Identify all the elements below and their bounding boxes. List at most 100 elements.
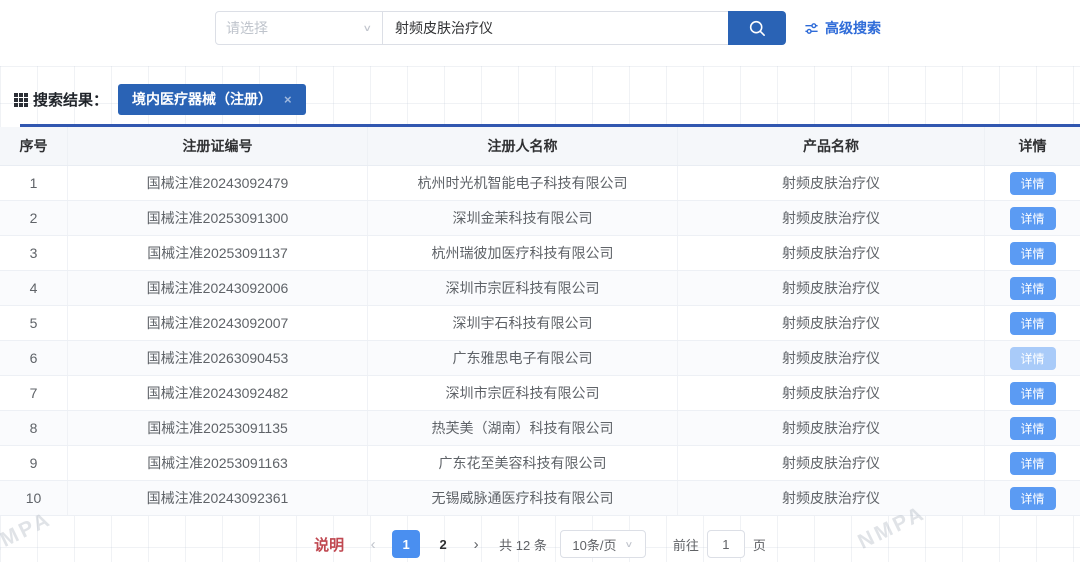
product-name: 射频皮肤治疗仪: [678, 166, 985, 200]
registration-number: 国械注准20243092479: [68, 166, 368, 200]
column-header-reg-no: 注册证编号: [68, 127, 368, 165]
goto-page-group: 前往 页: [673, 530, 766, 558]
detail-cell: 详情: [985, 417, 1080, 440]
search-button[interactable]: [728, 11, 786, 45]
registration-number: 国械注准20243092006: [68, 271, 368, 305]
total-count: 共 12 条: [499, 535, 547, 554]
product-name: 射频皮肤治疗仪: [678, 271, 985, 305]
table-row: 7 国械注准20243092482 深圳市宗匠科技有限公司 射频皮肤治疗仪 详情: [0, 376, 1080, 411]
product-name: 射频皮肤治疗仪: [678, 411, 985, 445]
table-row: 9 国械注准20253091163 广东花至美容科技有限公司 射频皮肤治疗仪 详…: [0, 446, 1080, 481]
page-button-1[interactable]: 1: [392, 530, 420, 558]
results-header: 搜索结果： 境内医疗器械（注册） ×: [14, 84, 306, 115]
table-row: 2 国械注准20253091300 深圳金茉科技有限公司 射频皮肤治疗仪 详情: [0, 201, 1080, 236]
detail-cell: 详情: [985, 207, 1080, 230]
filter-tag-label: 境内医疗器械（注册）: [132, 89, 272, 109]
goto-page-input[interactable]: [707, 530, 745, 558]
registrant-name: 热芙美（湖南）科技有限公司: [368, 411, 678, 445]
row-index: 8: [0, 411, 68, 445]
chevron-down-icon: ∨: [362, 22, 372, 33]
detail-button[interactable]: 详情: [1010, 347, 1056, 370]
detail-button[interactable]: 详情: [1010, 487, 1056, 510]
row-index: 7: [0, 376, 68, 410]
product-name: 射频皮肤治疗仪: [678, 481, 985, 515]
detail-cell: 详情: [985, 172, 1080, 195]
table-header: 序号 注册证编号 注册人名称 产品名称 详情: [0, 127, 1080, 166]
detail-button[interactable]: 详情: [1010, 172, 1056, 195]
category-select-placeholder: 请选择: [226, 18, 268, 38]
registration-number: 国械注准20243092482: [68, 376, 368, 410]
table-row: 6 国械注准20263090453 广东雅思电子有限公司 射频皮肤治疗仪 详情: [0, 341, 1080, 376]
row-index: 9: [0, 446, 68, 480]
detail-cell: 详情: [985, 487, 1080, 510]
row-index: 4: [0, 271, 68, 305]
product-name: 射频皮肤治疗仪: [678, 446, 985, 480]
results-table: 序号 注册证编号 注册人名称 产品名称 详情 1 国械注准20243092479…: [0, 127, 1080, 516]
registrant-name: 杭州时光机智能电子科技有限公司: [368, 166, 678, 200]
row-index: 5: [0, 306, 68, 340]
detail-button[interactable]: 详情: [1010, 452, 1056, 475]
registration-number: 国械注准20253091135: [68, 411, 368, 445]
device-search-page: 请选择 ∨ 高级搜索: [0, 0, 1080, 562]
product-name: 射频皮肤治疗仪: [678, 376, 985, 410]
note-link[interactable]: 说明: [314, 534, 344, 555]
detail-button[interactable]: 详情: [1010, 207, 1056, 230]
prev-page-icon[interactable]: ‹: [363, 536, 383, 553]
search-icon: [747, 18, 768, 39]
filter-tag-domestic-registered[interactable]: 境内医疗器械（注册） ×: [118, 84, 306, 115]
close-icon[interactable]: ×: [284, 93, 292, 106]
detail-button[interactable]: 详情: [1010, 242, 1056, 265]
table-row: 4 国械注准20243092006 深圳市宗匠科技有限公司 射频皮肤治疗仪 详情: [0, 271, 1080, 306]
column-header-index: 序号: [0, 127, 68, 165]
detail-cell: 详情: [985, 277, 1080, 300]
product-name: 射频皮肤治疗仪: [678, 201, 985, 235]
category-select[interactable]: 请选择 ∨: [215, 11, 383, 45]
registrant-name: 深圳市宗匠科技有限公司: [368, 376, 678, 410]
advanced-search-label: 高级搜索: [825, 18, 881, 38]
product-name: 射频皮肤治疗仪: [678, 236, 985, 270]
page-size-select[interactable]: 10条/页 ∨: [560, 530, 646, 558]
results-label: 搜索结果：: [33, 89, 108, 110]
detail-button[interactable]: 详情: [1010, 277, 1056, 300]
row-index: 10: [0, 481, 68, 515]
table-row: 10 国械注准20243092361 无锡威脉通医疗科技有限公司 射频皮肤治疗仪…: [0, 481, 1080, 516]
pagination-bar: 说明 ‹ 1 2 › 共 12 条 10条/页 ∨ 前往 页: [0, 530, 1080, 558]
product-name: 射频皮肤治疗仪: [678, 306, 985, 340]
detail-button[interactable]: 详情: [1010, 417, 1056, 440]
advanced-search-link[interactable]: 高级搜索: [804, 18, 881, 38]
detail-button[interactable]: 详情: [1010, 312, 1056, 335]
detail-cell: 详情: [985, 382, 1080, 405]
registration-number: 国械注准20263090453: [68, 341, 368, 375]
registration-number: 国械注准20253091300: [68, 201, 368, 235]
table-row: 3 国械注准20253091137 杭州瑞彼加医疗科技有限公司 射频皮肤治疗仪 …: [0, 236, 1080, 271]
page-button-2[interactable]: 2: [429, 530, 457, 558]
registration-number: 国械注准20253091137: [68, 236, 368, 270]
row-index: 2: [0, 201, 68, 235]
column-header-registrant: 注册人名称: [368, 127, 678, 165]
detail-cell: 详情: [985, 242, 1080, 265]
detail-cell: 详情: [985, 312, 1080, 335]
registrant-name: 广东雅思电子有限公司: [368, 341, 678, 375]
registrant-name: 无锡威脉通医疗科技有限公司: [368, 481, 678, 515]
search-input[interactable]: [383, 11, 728, 45]
row-index: 1: [0, 166, 68, 200]
table-row: 1 国械注准20243092479 杭州时光机智能电子科技有限公司 射频皮肤治疗…: [0, 166, 1080, 201]
registrant-name: 杭州瑞彼加医疗科技有限公司: [368, 236, 678, 270]
detail-cell: 详情: [985, 347, 1080, 370]
table-body: 1 国械注准20243092479 杭州时光机智能电子科技有限公司 射频皮肤治疗…: [0, 166, 1080, 516]
detail-cell: 详情: [985, 452, 1080, 475]
column-header-product: 产品名称: [678, 127, 985, 165]
table-row: 5 国械注准20243092007 深圳宇石科技有限公司 射频皮肤治疗仪 详情: [0, 306, 1080, 341]
detail-button[interactable]: 详情: [1010, 382, 1056, 405]
row-index: 3: [0, 236, 68, 270]
registrant-name: 深圳市宗匠科技有限公司: [368, 271, 678, 305]
goto-suffix: 页: [753, 535, 766, 554]
row-index: 6: [0, 341, 68, 375]
chevron-down-icon: ∨: [624, 539, 633, 549]
page-size-value: 10条/页: [572, 535, 616, 554]
registrant-name: 深圳金茉科技有限公司: [368, 201, 678, 235]
next-page-icon[interactable]: ›: [466, 536, 486, 553]
registrant-name: 广东花至美容科技有限公司: [368, 446, 678, 480]
registrant-name: 深圳宇石科技有限公司: [368, 306, 678, 340]
search-bar: 请选择 ∨ 高级搜索: [215, 11, 881, 45]
